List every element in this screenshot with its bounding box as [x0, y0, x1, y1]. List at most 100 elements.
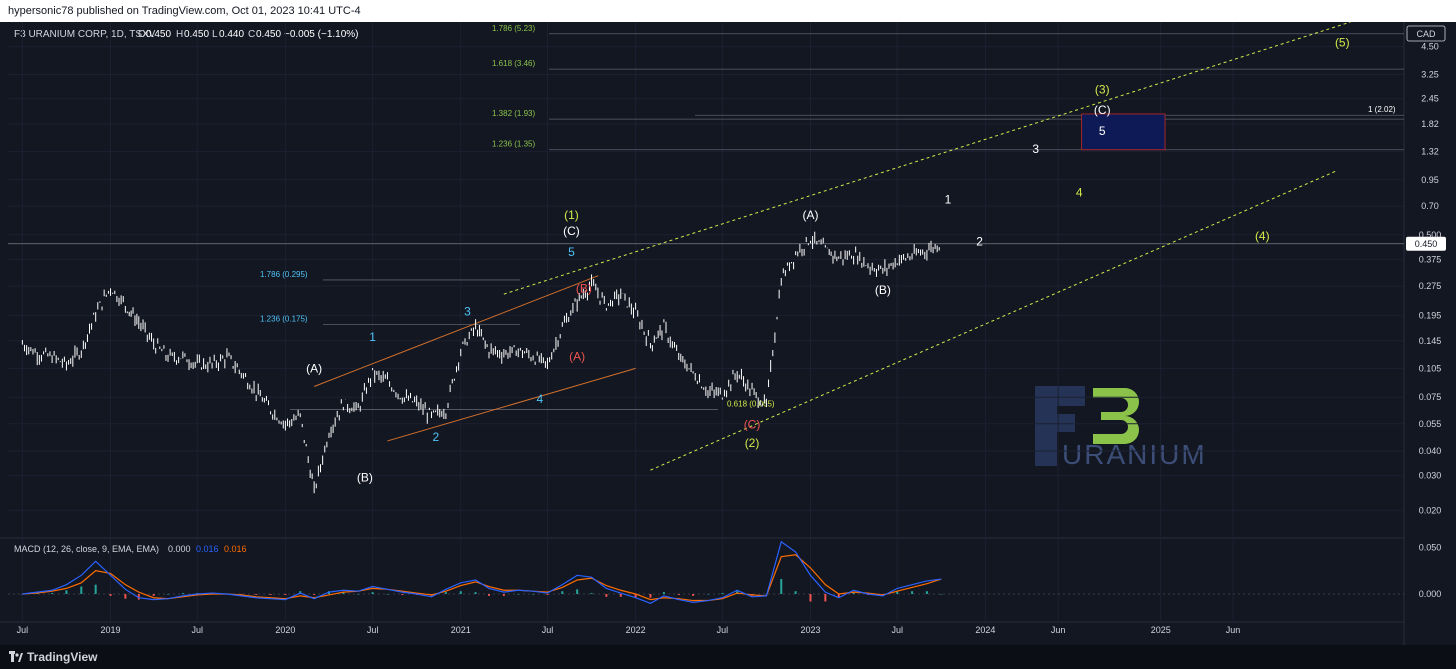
macd-histogram-bar	[181, 593, 184, 594]
macd-histogram-bar	[459, 591, 462, 594]
time-tick-label: Jul	[367, 625, 379, 635]
wave-label: 4	[536, 392, 543, 406]
wave-label: 4	[1076, 186, 1083, 200]
legend-high-label: H	[176, 29, 183, 40]
wave-label: (C)	[744, 418, 761, 432]
macd-histogram-bar	[80, 586, 83, 594]
wave-label: (A)	[306, 362, 322, 376]
chart-canvas[interactable]: F3 URANIUM CORP, 1D, TSXV O 0.450 H 0.45…	[0, 21, 1456, 645]
wave-label: (1)	[564, 208, 579, 222]
legend-low-label: L	[212, 29, 218, 40]
time-tick-label: Jun	[1226, 625, 1241, 635]
wave-label: 5	[568, 245, 575, 259]
legend-close: 0.450	[256, 29, 281, 40]
time-tick-label: Jul	[891, 625, 903, 635]
macd-histogram-bar	[546, 594, 549, 595]
macd-histogram-bar	[255, 594, 258, 595]
time-tick-label: 2020	[275, 625, 295, 635]
publish-header: hypersonic78 published on TradingView.co…	[0, 0, 1456, 22]
macd-histogram-bar	[605, 594, 608, 597]
macd-histogram-bar	[167, 594, 170, 595]
macd-histogram-bar	[502, 594, 505, 596]
macd-histogram-bar	[488, 594, 491, 596]
price-tick-label: 0.95	[1421, 175, 1439, 185]
legend-low: 0.440	[219, 29, 244, 40]
fib-level-label: 1.786 (5.23)	[492, 24, 535, 33]
macd-histogram-bar	[619, 594, 622, 597]
macd-histogram-bar	[109, 594, 112, 596]
price-tick-label: 0.055	[1419, 419, 1442, 429]
time-tick-label: Jul	[717, 625, 729, 635]
last-price-label: 0.450	[1415, 239, 1438, 249]
wave-label: (A)	[569, 350, 585, 364]
fib-level-label: 1.236 (1.35)	[492, 140, 535, 149]
legend-open: 0.450	[146, 29, 171, 40]
macd-histogram-bar	[576, 589, 579, 594]
wave-label: 2	[432, 430, 439, 444]
price-tick-label: 0.105	[1419, 363, 1442, 373]
macd-tick-label: 0.000	[1419, 589, 1442, 599]
wave-label: 1	[945, 193, 952, 207]
time-tick-label: Jun	[1051, 625, 1066, 635]
price-tick-label: 4.50	[1421, 42, 1439, 52]
macd-histogram-bar	[401, 594, 404, 595]
wave-label: (4)	[1255, 229, 1270, 243]
wave-label: (B)	[875, 283, 891, 297]
macd-histogram-bar	[706, 594, 709, 595]
macd-histogram-bar	[780, 579, 783, 594]
macd-histogram-bar	[517, 594, 520, 595]
price-tick-label: 0.030	[1419, 471, 1442, 481]
legend-high: 0.450	[184, 29, 209, 40]
time-tick-label: Jul	[542, 625, 554, 635]
price-chart[interactable]: F3 URANIUM CORP, 1D, TSXV O 0.450 H 0.45…	[0, 21, 1456, 645]
macd-histogram-bar	[925, 591, 928, 594]
macd-histogram-bar	[51, 593, 54, 594]
wave-label: (A)	[802, 208, 818, 222]
macd-histogram-bar	[313, 594, 316, 595]
macd-histogram-bar	[692, 594, 695, 596]
wave-label: 5	[1099, 124, 1106, 138]
macd-histogram-bar	[561, 591, 564, 594]
price-tick-label: 0.020	[1419, 505, 1442, 515]
wave-label: (5)	[1335, 36, 1350, 50]
price-tick-label: 1.32	[1421, 147, 1439, 157]
time-tick-label: 2023	[800, 625, 820, 635]
wave-label: (C)	[563, 224, 580, 238]
time-tick-label: 2019	[101, 625, 121, 635]
macd-histogram-bar	[284, 594, 287, 595]
wave-label: (3)	[1095, 83, 1110, 97]
macd-value: 0.016	[224, 544, 247, 554]
price-tick-label: 0.375	[1419, 254, 1442, 264]
wave-label: (B)	[576, 281, 592, 295]
price-tick-label: 0.275	[1419, 281, 1442, 291]
macd-histogram-bar	[590, 593, 593, 594]
macd-tick-label: 0.050	[1419, 542, 1442, 552]
macd-histogram-bar	[824, 594, 827, 602]
macd-histogram-bar	[940, 594, 943, 595]
wave-label: 2	[976, 235, 983, 249]
macd-histogram-bar	[94, 584, 97, 594]
price-tick-label: 3.25	[1421, 69, 1439, 79]
legend-change: −0.005 (−1.10%)	[284, 29, 359, 40]
price-tick-label: 0.040	[1419, 446, 1442, 456]
currency-label: CAD	[1416, 29, 1436, 39]
fib-level-label: 1.236 (0.175)	[260, 315, 308, 324]
macd-histogram-bar	[721, 593, 724, 594]
macd-histogram-bar	[152, 594, 155, 596]
macd-histogram-bar	[809, 594, 812, 602]
macd-histogram-bar	[794, 591, 797, 594]
wave-label: 3	[1032, 142, 1039, 156]
price-tick-label: 1.82	[1421, 119, 1439, 129]
macd-histogram-bar	[662, 592, 665, 594]
macd-histogram-bar	[357, 594, 360, 595]
price-tick-label: 0.145	[1419, 336, 1442, 346]
fib-level-label: 1.382 (1.93)	[492, 109, 535, 118]
macd-histogram-bar	[677, 594, 680, 595]
wave-label: 3	[464, 304, 471, 318]
f3-watermark-logo: F3 URANIUM	[1035, 386, 1205, 470]
price-tick-label: 0.075	[1419, 392, 1442, 402]
time-tick-label: 2025	[1151, 625, 1171, 635]
time-tick-label: 2022	[626, 625, 646, 635]
macd-value: 0.000	[168, 544, 191, 554]
macd-histogram-bar	[371, 592, 374, 594]
